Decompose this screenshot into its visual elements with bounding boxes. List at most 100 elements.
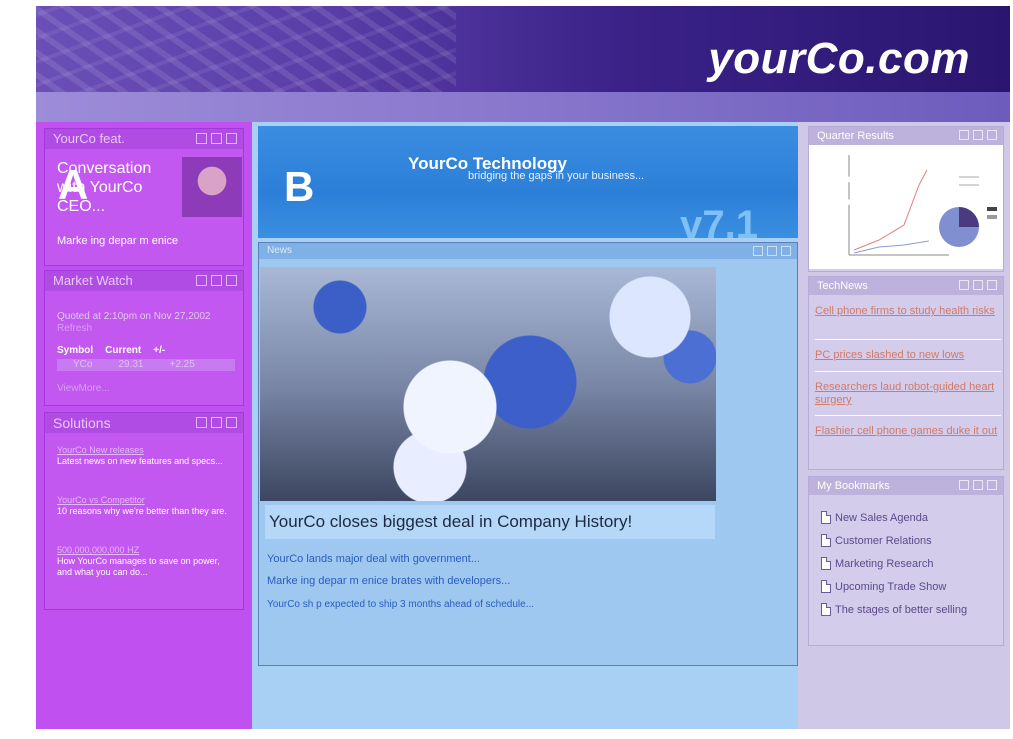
bookmark-label: New Sales Agenda (835, 511, 928, 524)
technews-link[interactable]: PC prices slashed to new lows (815, 349, 1001, 362)
portlet-title: YourCo feat. (45, 129, 243, 149)
portlet-title: Market Watch (45, 271, 243, 291)
bookmark-label: Marketing Research (835, 557, 934, 570)
help-icon[interactable] (959, 480, 969, 490)
stock-symbol: YCo (73, 359, 93, 370)
bookmark-label: Customer Relations (835, 534, 932, 547)
solutions-title: Solutions (53, 415, 111, 431)
bookmarks-title: My Bookmarks (817, 480, 890, 492)
help-icon[interactable] (196, 417, 207, 428)
news-link[interactable]: Marke ing depar m enice brates with deve… (267, 575, 510, 587)
header-banner: yourCo.com (36, 6, 1010, 122)
technews-link[interactable]: Cell phone firms to study health risks (815, 305, 1001, 318)
portlet-controls (196, 133, 237, 144)
banner-strip (36, 92, 1010, 122)
stock-price: 29.31 (118, 359, 144, 370)
zone-label-b: B (284, 163, 315, 210)
market-title: Market Watch (53, 273, 133, 288)
minimize-icon[interactable] (211, 275, 222, 286)
featured-title: YourCo feat. (53, 131, 125, 146)
document-icon (821, 603, 831, 616)
solution-item: YourCo New releases Latest news on new f… (57, 445, 237, 467)
market-watch-portlet: Market Watch Quoted at 2:10pm on Nov 27,… (44, 270, 244, 406)
maximize-icon[interactable] (987, 480, 997, 490)
solution-link[interactable]: 500,000,000,000 HZ (57, 545, 237, 556)
bookmark-item[interactable]: Upcoming Trade Show (821, 580, 946, 593)
zone-a-column: YourCo feat. Conversation with YourCo CE… (36, 122, 252, 729)
help-icon[interactable] (196, 133, 207, 144)
help-icon[interactable] (196, 275, 207, 286)
portlet-controls (196, 275, 237, 286)
site-logo[interactable]: yourCo.com (708, 34, 970, 84)
refresh-link[interactable]: Refresh (57, 323, 92, 334)
banner-tagline: bridging the gaps in your business... (468, 170, 645, 182)
help-icon[interactable] (959, 280, 969, 290)
solution-link[interactable]: YourCo vs Competitor (57, 495, 237, 506)
col-change: +/- (153, 345, 166, 356)
solution-item: YourCo vs Competitor 10 reasons why we'r… (57, 495, 237, 517)
minimize-icon[interactable] (973, 480, 983, 490)
news-link[interactable]: YourCo lands major deal with government.… (267, 553, 480, 565)
technews-portlet: TechNews Cell phone firms to study healt… (808, 276, 1004, 470)
portlet-controls (959, 480, 997, 490)
maximize-icon[interactable] (987, 130, 997, 140)
minimize-icon[interactable] (211, 417, 222, 428)
zone-c-column: Quarter Results TechNews Cell phone firm… (798, 122, 1010, 729)
portlet-title: My Bookmarks (809, 477, 1003, 495)
technews-title: TechNews (817, 280, 868, 292)
quarter-title: Quarter Results (817, 130, 895, 142)
bookmark-item[interactable]: The stages of better selling (821, 603, 967, 616)
news-link[interactable]: YourCo sh p expected to ship 3 months ah… (267, 599, 534, 610)
help-icon[interactable] (753, 246, 763, 256)
help-icon[interactable] (959, 130, 969, 140)
maximize-icon[interactable] (781, 246, 791, 256)
ceo-photo[interactable] (182, 157, 242, 217)
news-headline[interactable]: YourCo closes biggest deal in Company Hi… (265, 505, 715, 539)
maximize-icon[interactable] (987, 280, 997, 290)
portlet-title: Solutions (45, 413, 243, 433)
solution-link[interactable]: YourCo New releases (57, 445, 237, 456)
chart-legend (987, 215, 997, 219)
bookmark-label: The stages of better selling (835, 603, 968, 616)
minimize-icon[interactable] (211, 133, 222, 144)
portlet-controls (959, 280, 997, 290)
bookmark-item[interactable]: Marketing Research (821, 557, 933, 570)
minimize-icon[interactable] (973, 280, 983, 290)
solutions-portlet: Solutions YourCo New releases Latest new… (44, 412, 244, 610)
document-icon (821, 534, 831, 547)
portlet-title: TechNews (809, 277, 1003, 295)
bookmarks-portlet: My Bookmarks New Sales Agenda Customer R… (808, 476, 1004, 646)
zone-b-column: YourCo Technology bridging the gaps in y… (252, 122, 798, 729)
zone-label-a: A (58, 161, 89, 208)
maximize-icon[interactable] (226, 133, 237, 144)
chart-legend (987, 207, 997, 211)
bookmark-item[interactable]: Customer Relations (821, 534, 932, 547)
technews-link[interactable]: Researchers laud robot-guided heart surg… (815, 381, 1001, 407)
solution-desc: Latest news on new features and specs... (57, 456, 223, 466)
stock-row: YCo 29.31 +2.25 (57, 359, 235, 371)
stock-table-header: Symbol Current +/- (57, 345, 165, 356)
technology-banner: YourCo Technology bridging the gaps in y… (258, 126, 798, 247)
divider (815, 371, 1001, 372)
minimize-icon[interactable] (767, 246, 777, 256)
minimize-icon[interactable] (973, 130, 983, 140)
bookmark-item[interactable]: New Sales Agenda (821, 511, 928, 524)
portlet-title: Quarter Results (809, 127, 1003, 145)
news-photo[interactable] (260, 267, 716, 501)
quote-timestamp: Quoted at 2:10pm on Nov 27,2002 (57, 311, 211, 322)
portlet-controls (196, 417, 237, 428)
divider (815, 415, 1001, 416)
document-icon (821, 580, 831, 593)
document-icon (821, 511, 831, 524)
maximize-icon[interactable] (226, 417, 237, 428)
divider (815, 339, 1001, 340)
solution-desc: How YourCo manages to save on power, and… (57, 556, 220, 577)
view-more-link[interactable]: ViewMore... (57, 383, 110, 394)
technews-link[interactable]: Flashier cell phone games duke it out (815, 425, 1001, 438)
featured-subtext[interactable]: Marke ing depar m enice (57, 235, 178, 247)
news-portlet: News YourCo closes biggest deal in Compa… (258, 242, 798, 666)
bookmark-label: Upcoming Trade Show (835, 580, 947, 593)
zone-label-c: C (828, 167, 859, 214)
maximize-icon[interactable] (226, 275, 237, 286)
col-symbol: Symbol (57, 345, 94, 356)
